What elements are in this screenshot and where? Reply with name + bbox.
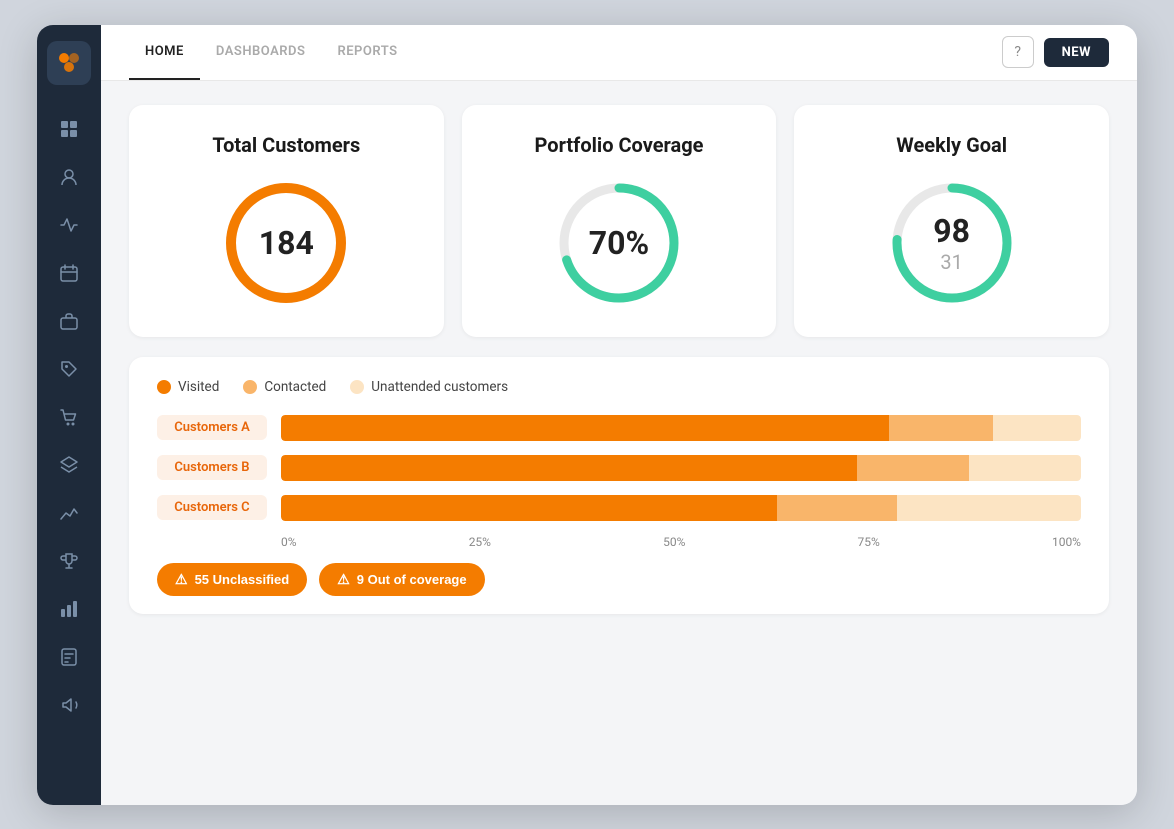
kpi-total-customers: Total Customers 184 [129, 105, 444, 337]
chart-legend: Visited Contacted Unattended customers [157, 379, 1081, 395]
bar-label-c: Customers C [157, 495, 267, 520]
tag-icon[interactable] [49, 349, 89, 389]
main-content: HOME DASHBOARDS REPORTS ? NEW Total Cust… [101, 25, 1137, 805]
bar-chart-icon[interactable] [49, 589, 89, 629]
bar-row-b: Customers B [157, 455, 1081, 481]
bar-contacted-a [889, 415, 993, 441]
out-of-coverage-label: 9 Out of coverage [357, 572, 467, 587]
calendar-icon[interactable] [49, 253, 89, 293]
person-icon[interactable] [49, 157, 89, 197]
kpi-total-value: 184 [259, 224, 314, 262]
legend-visited-dot [157, 380, 171, 394]
bar-visited-c [281, 495, 777, 521]
unclassified-label: 55 Unclassified [195, 572, 290, 587]
bar-contacted-c [777, 495, 897, 521]
bar-row-c: Customers C [157, 495, 1081, 521]
layers-icon[interactable] [49, 445, 89, 485]
kpi-row: Total Customers 184 Portfolio Coverage [129, 105, 1109, 337]
x-axis-50: 50% [663, 535, 685, 549]
cart-icon[interactable] [49, 397, 89, 437]
out-of-coverage-button[interactable]: ⚠ 9 Out of coverage [319, 563, 484, 596]
donut-total: 184 [216, 173, 356, 313]
donut-goal: 98 31 [882, 173, 1022, 313]
trophy-icon[interactable] [49, 541, 89, 581]
legend-contacted: Contacted [243, 379, 326, 395]
bar-label-b: Customers B [157, 455, 267, 480]
tab-dashboards[interactable]: DASHBOARDS [200, 25, 322, 81]
legend-contacted-dot [243, 380, 257, 394]
briefcase-icon[interactable] [49, 301, 89, 341]
warn-icon-unclassified: ⚠ [175, 571, 188, 588]
kpi-portfolio: Portfolio Coverage 70% [462, 105, 777, 337]
bar-unattended-a [993, 415, 1081, 441]
tab-home[interactable]: HOME [129, 25, 200, 81]
bar-track-c [281, 495, 1081, 521]
kpi-goal-main: 98 [933, 212, 970, 250]
report-icon[interactable] [49, 637, 89, 677]
bar-unattended-b [969, 455, 1081, 481]
sidebar [37, 25, 101, 805]
legend-unattended-label: Unattended customers [371, 379, 508, 395]
bar-contacted-b [857, 455, 969, 481]
app-logo[interactable] [47, 41, 91, 85]
alert-row: ⚠ 55 Unclassified ⚠ 9 Out of coverage [157, 563, 1081, 596]
megaphone-icon[interactable] [49, 685, 89, 725]
kpi-portfolio-title: Portfolio Coverage [535, 133, 704, 157]
x-axis-100: 100% [1052, 535, 1081, 549]
app-container: HOME DASHBOARDS REPORTS ? NEW Total Cust… [37, 25, 1137, 805]
bar-visited-a [281, 415, 889, 441]
bar-track-b [281, 455, 1081, 481]
unclassified-button[interactable]: ⚠ 55 Unclassified [157, 563, 307, 596]
legend-contacted-label: Contacted [264, 379, 326, 395]
donut-portfolio: 70% [549, 173, 689, 313]
x-axis-75: 75% [858, 535, 880, 549]
kpi-goal-title: Weekly Goal [896, 133, 1007, 157]
grid-icon[interactable] [49, 109, 89, 149]
chart-area-icon[interactable] [49, 493, 89, 533]
legend-unattended: Unattended customers [350, 379, 508, 395]
new-button[interactable]: NEW [1044, 38, 1109, 67]
x-axis: 0% 25% 50% 75% 100% [281, 535, 1081, 549]
legend-unattended-dot [350, 380, 364, 394]
bar-chart: Customers A Customers B [157, 415, 1081, 521]
top-nav: HOME DASHBOARDS REPORTS ? NEW [101, 25, 1137, 81]
activity-icon[interactable] [49, 205, 89, 245]
tab-reports[interactable]: REPORTS [321, 25, 413, 81]
legend-visited: Visited [157, 379, 219, 395]
x-axis-25: 25% [469, 535, 491, 549]
chart-card: Visited Contacted Unattended customers [129, 357, 1109, 614]
kpi-goal-sub: 31 [933, 250, 970, 274]
help-button[interactable]: ? [1002, 36, 1034, 68]
x-axis-0: 0% [281, 535, 297, 549]
legend-visited-label: Visited [178, 379, 219, 395]
content-area: Total Customers 184 Portfolio Coverage [101, 81, 1137, 805]
kpi-total-title: Total Customers [212, 133, 360, 157]
bar-row-a: Customers A [157, 415, 1081, 441]
bar-label-a: Customers A [157, 415, 267, 440]
kpi-portfolio-value: 70% [589, 224, 649, 262]
bar-track-a [281, 415, 1081, 441]
bar-visited-b [281, 455, 857, 481]
warn-icon-coverage: ⚠ [337, 571, 350, 588]
kpi-weekly-goal: Weekly Goal 98 31 [794, 105, 1109, 337]
bar-unattended-c [897, 495, 1081, 521]
